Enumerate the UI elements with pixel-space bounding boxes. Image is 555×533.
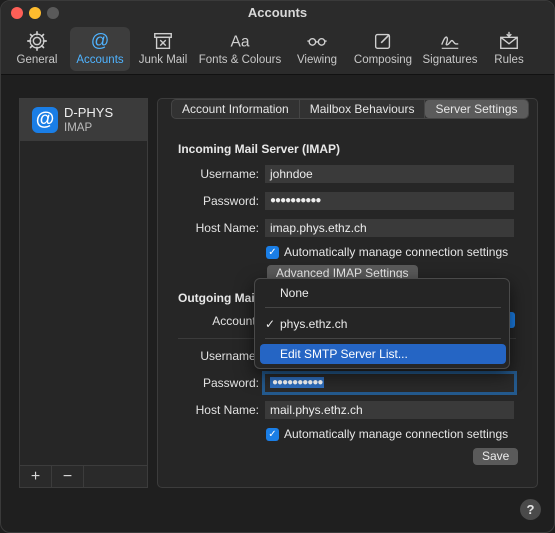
outgoing-account-label: Account: [212,314,259,328]
junk-mail-icon [154,32,172,50]
menu-item-edit-smtp-server-list[interactable]: Edit SMTP Server List... [260,344,506,364]
account-at-icon: @ [32,107,58,133]
outgoing-password-selection: ●●●●●●●●●● [270,377,325,388]
menu-item-phys-ethz-ch-label: phys.ethz.ch [280,317,348,331]
compose-icon [374,33,391,50]
toolbar-composing[interactable]: Composing [350,27,416,71]
menu-item-none[interactable]: None [260,283,506,303]
remove-account-button[interactable]: − [52,466,84,487]
accounts-window: Accounts General @ Accounts Junk Mail Aa… [0,0,555,533]
menu-item-phys-ethz-ch[interactable]: ✓ phys.ethz.ch [260,314,506,334]
tab-account-information[interactable]: Account Information [172,100,300,118]
outgoing-password-label: Password: [202,376,259,390]
glasses-icon [307,38,327,46]
signature-icon [441,36,459,49]
menu-separator [265,338,501,339]
menu-separator [265,307,501,308]
at-icon: @ [91,30,110,51]
help-button[interactable]: ? [520,499,541,520]
outgoing-host-field[interactable]: mail.phys.ethz.ch [265,401,514,419]
window-title: Accounts [247,5,308,20]
accounts-list: @ D-PHYS IMAP + − [19,98,148,488]
toolbar-fonts-colours[interactable]: Aa Fonts & Colours [196,27,284,71]
outgoing-server-title: Outgoing Mail [178,291,258,305]
incoming-auto-manage-label: Automatically manage connection settings [284,245,509,259]
titlebar: Accounts General @ Accounts Junk Mail Aa… [1,1,554,75]
incoming-username-field[interactable]: johndoe [265,165,514,183]
incoming-username-label: Username: [200,167,259,181]
toolbar-general[interactable]: General [7,27,67,71]
outgoing-username-label: Username: [200,349,259,363]
outgoing-auto-manage-label: Automatically manage connection settings [284,427,509,441]
toolbar-rules[interactable]: Rules [484,27,534,71]
toolbar-composing-label: Composing [353,54,413,66]
account-name: D-PHYS [64,105,114,120]
toolbar-viewing[interactable]: Viewing [287,27,347,71]
toolbar-accounts[interactable]: @ Accounts [70,27,130,71]
incoming-server-title: Incoming Mail Server (IMAP) [178,142,341,156]
checkmark-icon: ✓ [266,427,279,441]
rules-icon [500,31,518,50]
checkmark-icon: ✓ [266,245,279,259]
svg-text:Aa: Aa [230,34,249,51]
account-row-d-phys[interactable]: @ D-PHYS IMAP [20,99,147,141]
add-account-button[interactable]: + [20,466,52,487]
settings-tabs: Account Information Mailbox Behaviours S… [171,99,529,119]
incoming-host-label: Host Name: [195,221,259,235]
svg-text:@: @ [91,30,110,51]
toolbar-viewing-label: Viewing [296,54,338,66]
tab-server-settings[interactable]: Server Settings [425,100,528,118]
toolbar-rules-label: Rules [494,54,524,66]
tab-mailbox-behaviours[interactable]: Mailbox Behaviours [300,100,426,118]
save-button[interactable]: Save [473,448,519,465]
accounts-list-footer: + − [20,465,147,487]
outgoing-password-field[interactable]: ●●●●●●●●●● [262,371,517,395]
incoming-password-field[interactable]: ●●●●●●●●●● [265,192,514,210]
account-type: IMAP [64,122,93,134]
incoming-auto-manage-checkbox[interactable]: ✓ Automatically manage connection settin… [266,245,508,259]
preferences-toolbar: General @ Accounts Junk Mail Aa Fonts & … [7,27,537,73]
outgoing-host-label: Host Name: [195,403,259,417]
toolbar-junk-mail-label: Junk Mail [138,54,188,66]
checkmark-icon: ✓ [265,317,276,331]
toolbar-signatures-label: Signatures [422,54,478,66]
incoming-password-label: Password: [202,194,259,208]
smtp-server-menu: None ✓ phys.ethz.ch Edit SMTP Server Lis… [254,278,510,369]
toolbar-accounts-label: Accounts [76,54,124,66]
fonts-icon: Aa [230,34,249,51]
gear-icon [27,31,47,51]
toolbar-general-label: General [16,54,58,66]
incoming-host-field[interactable]: imap.phys.ethz.ch [265,219,514,237]
toolbar-junk-mail[interactable]: Junk Mail [133,27,193,71]
toolbar-fonts-colours-label: Fonts & Colours [198,54,282,66]
outgoing-auto-manage-checkbox[interactable]: ✓ Automatically manage connection settin… [266,427,508,441]
toolbar-signatures[interactable]: Signatures [419,27,481,71]
